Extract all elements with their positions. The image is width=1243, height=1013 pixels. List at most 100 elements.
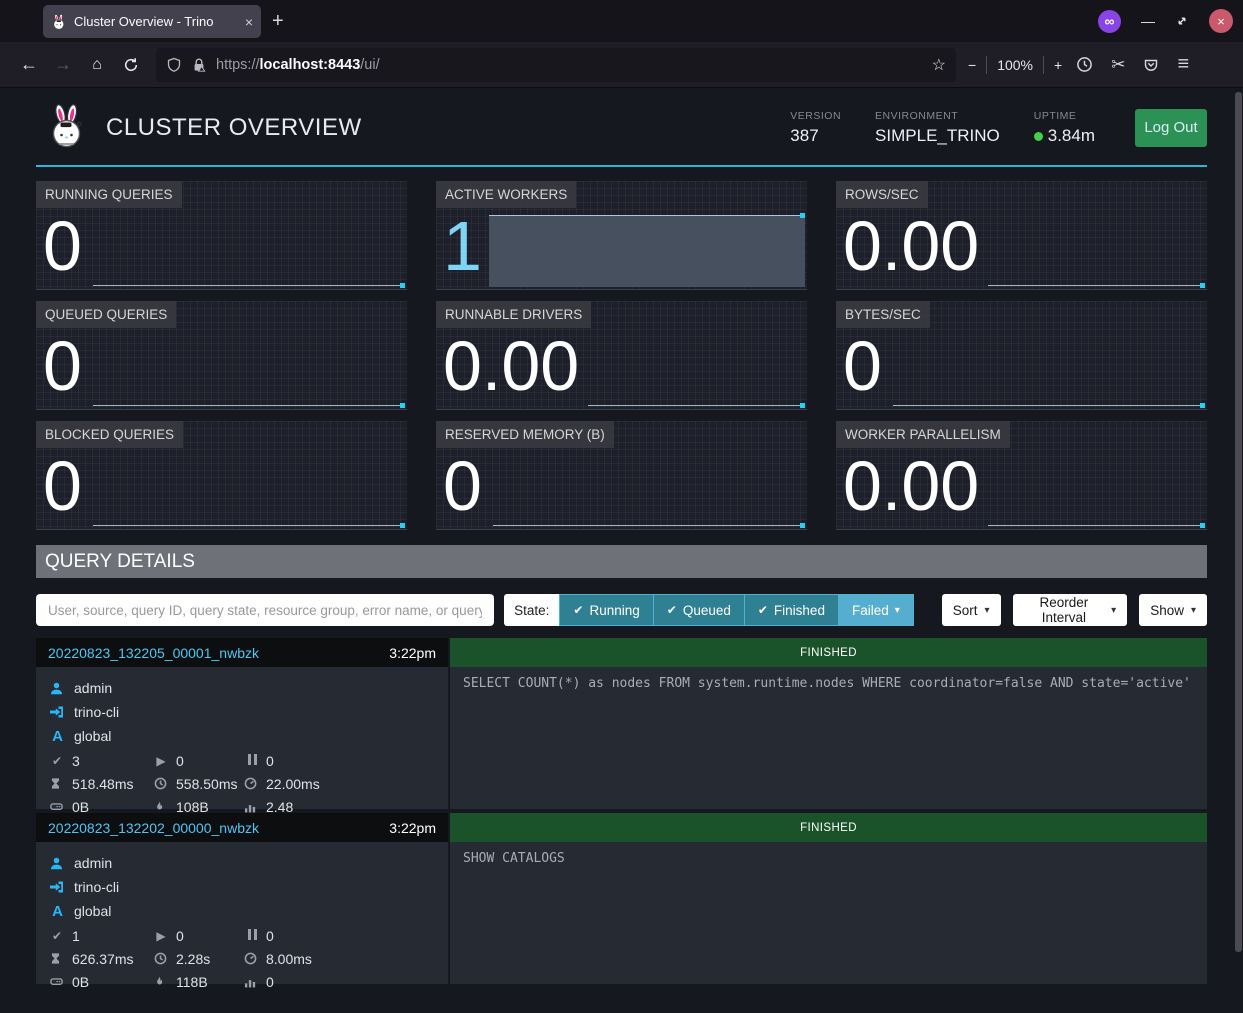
- sparkline: [93, 405, 405, 406]
- query-id-link[interactable]: 20220823_132205_00001_nwbzk: [48, 645, 259, 661]
- wall-time-hourglass-icon: [50, 777, 64, 790]
- wall-time: 518.48ms: [72, 776, 133, 792]
- sparkline: [588, 405, 805, 406]
- stat-card-queued-queries: QUEUED QUERIES 0: [36, 301, 407, 410]
- stat-card-reserved-memory: RESERVED MEMORY (B) 0: [436, 421, 807, 530]
- bookmark-star-icon[interactable]: ☆: [932, 55, 946, 75]
- tab-close-icon[interactable]: ×: [245, 14, 253, 30]
- check-icon: ✔: [667, 603, 677, 617]
- query-sql-text[interactable]: SHOW CATALOGS: [450, 842, 1207, 984]
- cpu-time: 22.00ms: [266, 776, 320, 792]
- trino-bunny-logo: [46, 104, 88, 151]
- reload-button[interactable]: [114, 57, 148, 73]
- stat-label: RUNNABLE DRIVERS: [436, 301, 591, 328]
- window-restore-button[interactable]: [1175, 14, 1189, 28]
- cpu-time-gauge-icon: [244, 952, 258, 965]
- new-tab-button[interactable]: +: [272, 8, 284, 34]
- queued-splits-pause-icon: [244, 754, 258, 768]
- query-search-input[interactable]: [36, 594, 494, 626]
- wall-time-hourglass-icon: [50, 952, 64, 965]
- shield-icon[interactable]: [166, 57, 182, 73]
- filter-failed-dropdown[interactable]: Failed ▾: [839, 594, 914, 626]
- menu-hamburger-icon[interactable]: ≡: [1177, 53, 1189, 76]
- version-metric: VERSION 387: [790, 110, 841, 146]
- show-dropdown[interactable]: Show ▾: [1139, 594, 1207, 626]
- filter-running-button[interactable]: ✔ Running: [559, 594, 653, 626]
- forward-button[interactable]: →: [46, 54, 80, 75]
- wall-time: 626.37ms: [72, 951, 133, 967]
- stat-label: BLOCKED QUERIES: [36, 421, 183, 448]
- resource-group-icon: A: [50, 903, 65, 920]
- pocket-icon[interactable]: [1143, 57, 1159, 73]
- private-browsing-icon: ∞: [1098, 10, 1121, 33]
- total-time-clock-icon: [154, 777, 168, 790]
- reorder-interval-dropdown[interactable]: Reorder Interval ▾: [1013, 594, 1128, 626]
- zoom-level[interactable]: 100%: [997, 57, 1033, 73]
- stat-value: 0: [443, 450, 807, 522]
- stat-value: 0.00: [443, 330, 807, 402]
- query-filter-bar: State: ✔ Running ✔ Queued ✔ Finished Fa: [36, 594, 1207, 626]
- stat-value: 0: [843, 330, 1207, 402]
- running-splits: 0: [176, 928, 184, 944]
- query-resource-group: global: [74, 903, 111, 919]
- chevron-down-icon: ▾: [895, 605, 900, 616]
- query-sql-text[interactable]: SELECT COUNT(*) as nodes FROM system.run…: [450, 667, 1207, 809]
- environment-value: SIMPLE_TRINO: [875, 126, 1000, 146]
- query-id-cell: 20220823_132205_00001_nwbzk 3:22pm: [36, 638, 448, 667]
- stat-value: 0: [43, 450, 407, 522]
- stat-card-running-queries: RUNNING QUERIES 0: [36, 181, 407, 290]
- query-id-link[interactable]: 20220823_132202_00000_nwbzk: [48, 820, 259, 836]
- history-clock-icon[interactable]: [1076, 56, 1093, 73]
- url-host: localhost:8443: [260, 57, 361, 73]
- back-button[interactable]: ←: [12, 54, 46, 75]
- user-icon: [50, 682, 65, 695]
- user-icon: [50, 857, 65, 870]
- url-bar[interactable]: https://localhost:8443/ui/ ☆: [156, 48, 956, 82]
- stat-label: ROWS/SEC: [836, 181, 928, 208]
- parallelism: 0: [266, 974, 274, 990]
- queued-splits: 0: [266, 753, 274, 769]
- check-icon: ✔: [573, 603, 583, 617]
- stats-grid: RUNNING QUERIES 0 ACTIVE WORKERS 1 ROWS/…: [36, 181, 1207, 530]
- zoom-out-button[interactable]: −: [968, 57, 976, 73]
- query-row: 20220823_132202_00000_nwbzk 3:22pm FINIS…: [36, 813, 1207, 984]
- chevron-down-icon: ▾: [985, 605, 990, 616]
- running-splits-play-icon: ▶: [154, 754, 168, 768]
- filter-label: Queued: [683, 603, 731, 618]
- stat-value: 0.00: [843, 450, 1207, 522]
- sparkline: [988, 525, 1205, 526]
- browser-tab[interactable]: Cluster Overview - Trino ×: [43, 5, 261, 38]
- filter-finished-button[interactable]: ✔ Finished: [745, 594, 839, 626]
- sparkline: [489, 215, 805, 287]
- sparkline: [93, 285, 405, 286]
- query-row: 20220823_132205_00001_nwbzk 3:22pm FINIS…: [36, 638, 1207, 809]
- sparkline: [493, 525, 805, 526]
- tab-title: Cluster Overview - Trino: [74, 14, 238, 29]
- sparkline: [893, 405, 1205, 406]
- completed-splits: 1: [72, 928, 80, 944]
- home-button[interactable]: ⌂: [80, 56, 114, 74]
- cumulative-memory-flame-icon: [154, 975, 168, 988]
- divider: [1043, 56, 1044, 74]
- memory-hdd-icon: [50, 800, 64, 813]
- chevron-down-icon: ▾: [1111, 605, 1116, 616]
- sort-dropdown[interactable]: Sort ▾: [942, 594, 1001, 626]
- stat-label: RESERVED MEMORY (B): [436, 421, 614, 448]
- scrollbar-thumb[interactable]: [1235, 92, 1242, 952]
- url-text[interactable]: https://localhost:8443/ui/: [216, 57, 923, 73]
- uptime-value: 3.84m: [1048, 126, 1095, 145]
- zoom-in-button[interactable]: +: [1054, 57, 1062, 73]
- screenshot-scissors-icon[interactable]: ✂: [1111, 55, 1125, 75]
- query-resource-group: global: [74, 728, 111, 744]
- window-close-button[interactable]: ×: [1209, 9, 1233, 33]
- query-time: 3:22pm: [389, 645, 436, 661]
- window-minimize-button[interactable]: —: [1141, 13, 1155, 29]
- check-icon: ✔: [758, 603, 768, 617]
- stat-value: 0.00: [843, 210, 1207, 282]
- logout-button[interactable]: Log Out: [1135, 109, 1207, 147]
- total-time: 2.28s: [176, 951, 210, 967]
- filter-queued-button[interactable]: ✔ Queued: [654, 594, 745, 626]
- lock-warning-icon[interactable]: [191, 57, 207, 73]
- parallelism-chart-icon: [244, 975, 258, 988]
- browser-navbar: ← → ⌂ https://localhost:8443/ui/ ☆: [0, 42, 1243, 88]
